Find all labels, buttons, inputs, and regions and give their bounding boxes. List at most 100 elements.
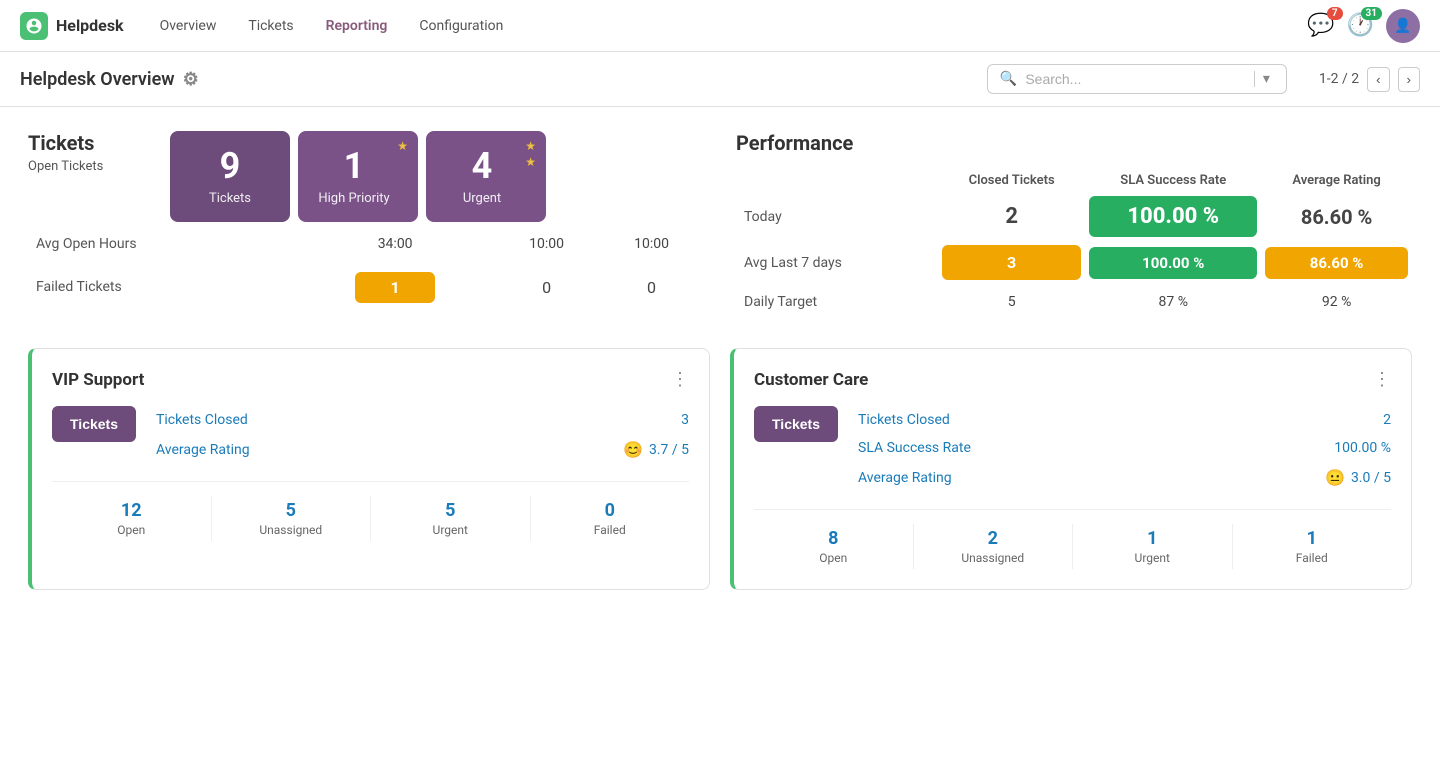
team-card-vip: VIP Support ⋮ Tickets Tickets Closed 3 A… [28, 348, 710, 590]
failed-val-1: 0 [494, 262, 599, 313]
chat-notification-btn[interactable]: 💬 7 [1307, 13, 1334, 38]
customer-menu-btn[interactable]: ⋮ [1373, 369, 1391, 390]
avg7-sla: 100.00 % [1085, 241, 1261, 284]
customer-stats: Tickets Closed 2 SLA Success Rate 100.00… [858, 406, 1391, 493]
card-1-label: High Priority [318, 191, 390, 206]
avg7-rating: 86.60 % [1261, 241, 1412, 284]
col-header-rating: Average Rating [1261, 163, 1412, 192]
tickets-section-title: Tickets [28, 131, 158, 155]
avg-val-0: 34:00 [296, 226, 494, 262]
vip-title: VIP Support [52, 370, 144, 390]
col-header-sla: SLA Success Rate [1085, 163, 1261, 192]
search-bar: 🔍 ▾ [987, 64, 1287, 94]
customer-stat-rating[interactable]: Average Rating 😐3.0 / 5 [858, 462, 1391, 493]
customer-rating-icon: 😐 [1325, 468, 1345, 487]
tickets-card-2[interactable]: ★ ★ 4 Urgent [426, 131, 546, 222]
today-rating: 86.60 % [1261, 192, 1412, 241]
page-title: Helpdesk Overview ⚙ [20, 69, 199, 90]
customer-stat-closed[interactable]: Tickets Closed 2 [858, 406, 1391, 434]
search-dropdown-btn[interactable]: ▾ [1254, 71, 1274, 87]
vip-header: VIP Support ⋮ [52, 369, 689, 390]
vip-menu-btn[interactable]: ⋮ [671, 369, 689, 390]
brand[interactable]: Helpdesk [20, 12, 124, 40]
vip-open[interactable]: 12 Open [52, 496, 212, 541]
tickets-card-0[interactable]: 9 Tickets [170, 131, 290, 222]
customer-rating-value: 😐3.0 / 5 [1325, 468, 1391, 487]
failed-val-2: 0 [599, 262, 704, 313]
customer-header: Customer Care ⋮ [754, 369, 1391, 390]
search-input[interactable] [1025, 71, 1242, 87]
avg-val-1: 10:00 [494, 226, 599, 262]
customer-rating-label: Average Rating [858, 470, 952, 486]
brand-icon [20, 12, 48, 40]
daily-label: Daily Target [736, 284, 938, 320]
performance-table: Closed Tickets SLA Success Rate Average … [736, 163, 1412, 320]
card-0-label: Tickets [190, 191, 270, 206]
nav-links: Overview Tickets Reporting Configuration [148, 12, 516, 40]
tickets-card-1[interactable]: ★ 1 High Priority [298, 131, 418, 222]
customer-open[interactable]: 8 Open [754, 524, 914, 569]
vip-body: Tickets Tickets Closed 3 Average Rating … [52, 406, 689, 465]
vip-bottom: 12 Open 5 Unassigned 5 Urgent 0 Failed [52, 481, 689, 541]
col-header-closed: Closed Tickets [938, 163, 1085, 192]
pagination-next[interactable]: › [1398, 67, 1420, 92]
customer-body: Tickets Tickets Closed 2 SLA Success Rat… [754, 406, 1391, 493]
main-content: Tickets Open Tickets 9 Tickets ★ 1 [0, 107, 1440, 614]
today-sla: 100.00 % [1085, 192, 1261, 241]
nav-configuration[interactable]: Configuration [407, 12, 515, 40]
customer-unassigned[interactable]: 2 Unassigned [914, 524, 1074, 569]
nav-tickets[interactable]: Tickets [236, 12, 305, 40]
customer-stat-sla[interactable]: SLA Success Rate 100.00 % [858, 434, 1391, 462]
subheader: Helpdesk Overview ⚙ 🔍 ▾ 1-2 / 2 ‹ › [0, 52, 1440, 107]
daily-sla: 87 % [1085, 284, 1261, 320]
vip-tickets-button[interactable]: Tickets [52, 406, 136, 442]
vip-urgent[interactable]: 5 Urgent [371, 496, 531, 541]
customer-bottom: 8 Open 2 Unassigned 1 Urgent 1 Failed [754, 509, 1391, 569]
customer-tickets-button[interactable]: Tickets [754, 406, 838, 442]
vip-failed[interactable]: 0 Failed [531, 496, 690, 541]
daily-rating: 92 % [1261, 284, 1412, 320]
vip-unassigned[interactable]: 5 Unassigned [212, 496, 372, 541]
user-avatar[interactable]: 👤 [1386, 9, 1420, 43]
nav-overview[interactable]: Overview [148, 12, 229, 40]
customer-urgent[interactable]: 1 Urgent [1073, 524, 1233, 569]
customer-title: Customer Care [754, 370, 868, 390]
card-0-value: 9 [190, 147, 270, 187]
chat-badge: 7 [1327, 7, 1343, 20]
vip-stat-closed[interactable]: Tickets Closed 3 [156, 406, 689, 434]
search-icon: 🔍 [1000, 71, 1017, 87]
pagination-label: 1-2 / 2 [1319, 71, 1359, 87]
navbar-right: 💬 7 🕐 31 👤 [1307, 9, 1420, 43]
clock-notification-btn[interactable]: 🕐 31 [1347, 13, 1374, 38]
failed-val-0[interactable]: 1 [296, 262, 494, 313]
pagination-prev[interactable]: ‹ [1367, 67, 1389, 92]
avg7-row: Avg Last 7 days 3 100.00 % 86.60 % [736, 241, 1412, 284]
settings-icon[interactable]: ⚙ [183, 69, 199, 90]
card-2-stars: ★ ★ [525, 139, 536, 169]
nav-reporting[interactable]: Reporting [314, 12, 400, 40]
vip-stat-rating[interactable]: Average Rating 😊3.7 / 5 [156, 434, 689, 465]
open-tickets-label: Open Tickets [28, 159, 158, 174]
brand-name: Helpdesk [56, 16, 124, 35]
card-2-value: 4 [446, 147, 518, 187]
avg-val-2: 10:00 [599, 226, 704, 262]
customer-closed-label: Tickets Closed [858, 412, 950, 428]
vip-rating-value: 😊3.7 / 5 [623, 440, 689, 459]
avg7-closed: 3 [938, 241, 1085, 284]
navbar: Helpdesk Overview Tickets Reporting Conf… [0, 0, 1440, 52]
daily-row: Daily Target 5 87 % 92 % [736, 284, 1412, 320]
customer-closed-value: 2 [1383, 412, 1391, 428]
clock-badge: 31 [1361, 7, 1382, 20]
today-row: Today 2 100.00 % 86.60 % [736, 192, 1412, 241]
customer-sla-label: SLA Success Rate [858, 440, 971, 456]
card-1-value: 1 [318, 147, 390, 187]
vip-rating-icon: 😊 [623, 440, 643, 459]
card-2-label: Urgent [446, 191, 518, 206]
page-title-text: Helpdesk Overview [20, 69, 175, 90]
card-1-stars: ★ [397, 139, 408, 153]
customer-sla-value: 100.00 % [1334, 440, 1391, 456]
vip-closed-label: Tickets Closed [156, 412, 248, 428]
today-closed: 2 [938, 192, 1085, 241]
team-card-customer: Customer Care ⋮ Tickets Tickets Closed 2… [730, 348, 1412, 590]
customer-failed[interactable]: 1 Failed [1233, 524, 1392, 569]
